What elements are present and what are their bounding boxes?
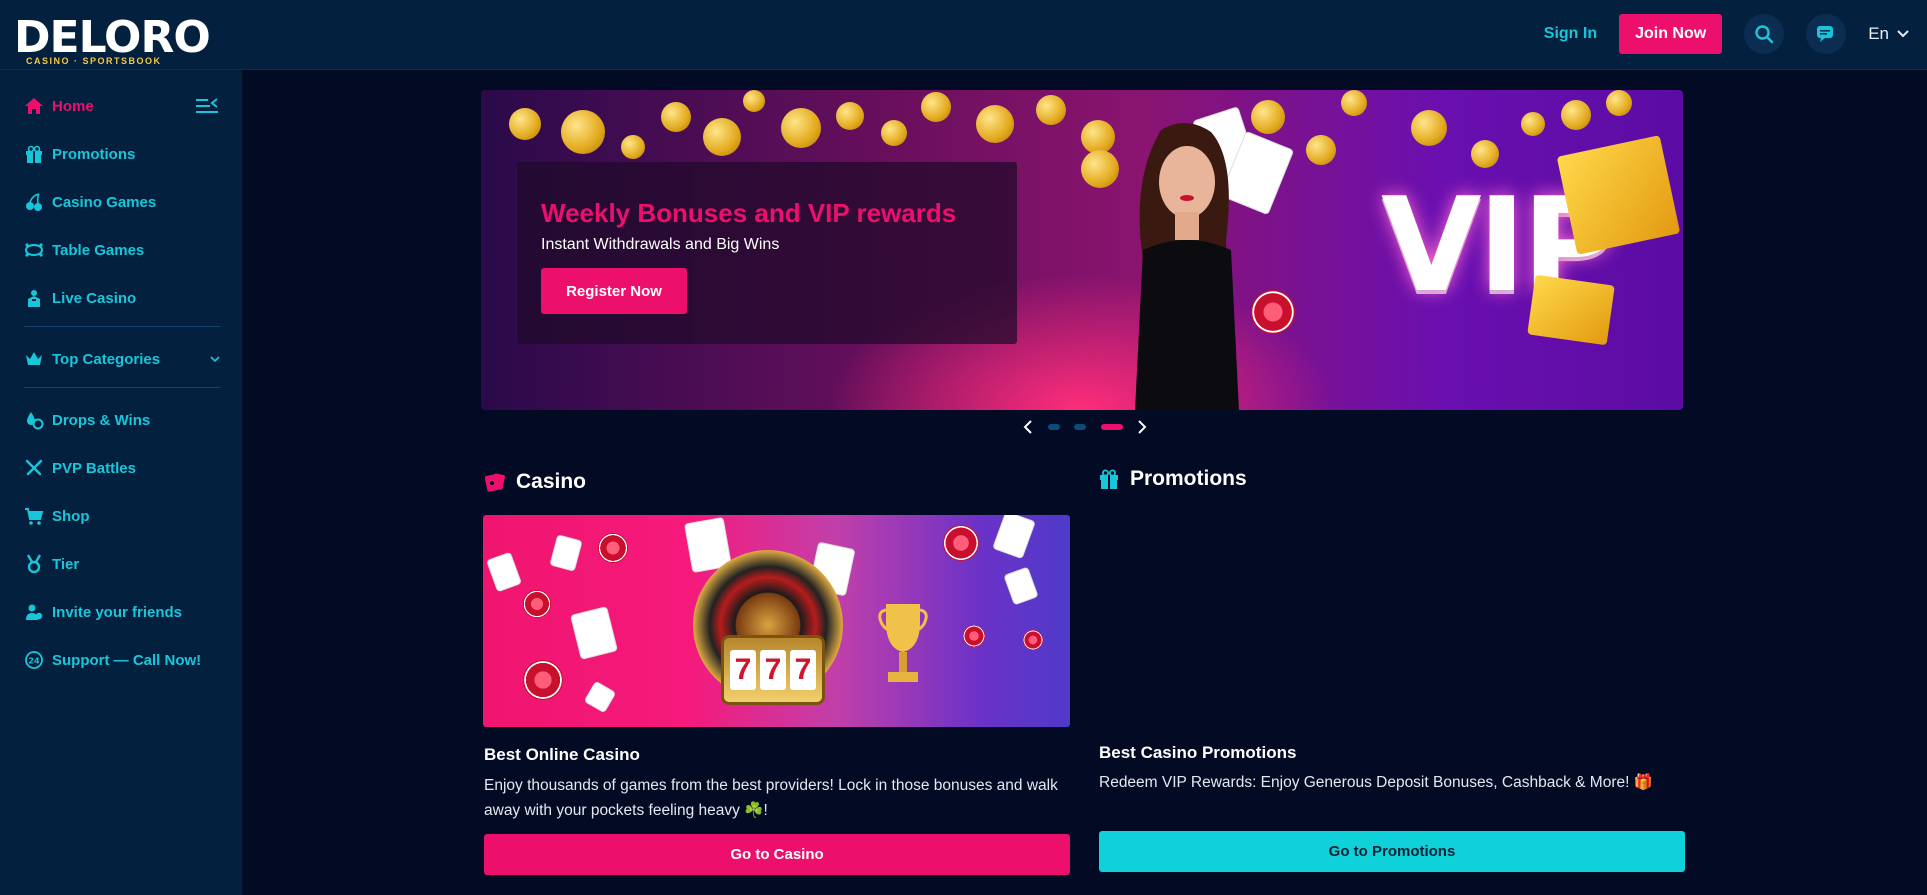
slot-digit: 7	[790, 650, 816, 690]
chevron-left-icon[interactable]	[1023, 419, 1033, 435]
sidebar-item-pvp-battles[interactable]: PVP Battles	[24, 456, 136, 480]
gift-icon	[24, 144, 44, 164]
carousel-dot-active[interactable]	[1100, 424, 1123, 430]
sidebar-item-label: Invite your friends	[52, 603, 183, 621]
support-icon: 24	[24, 650, 44, 670]
chat-icon	[1817, 26, 1834, 42]
users-icon	[24, 602, 44, 622]
sidebar-item-support[interactable]: 24 Support — Call Now!	[24, 648, 201, 672]
sidebar-item-label: Live Casino	[52, 289, 137, 307]
sidebar-item-promotions[interactable]: Promotions	[24, 142, 135, 166]
site-logo[interactable]: DELORO CASINO · SPORTSBOOK	[14, 12, 211, 68]
sidebar-item-label: Table Games	[52, 241, 145, 259]
sidebar-item-label: Support — Call Now!	[52, 651, 202, 669]
sidebar-item-shop[interactable]: Shop	[24, 504, 90, 528]
slot-digit: 7	[760, 650, 786, 690]
trophy-icon	[878, 604, 928, 682]
sidebar-item-casino-games[interactable]: Casino Games	[24, 190, 156, 214]
cherry-icon	[24, 192, 44, 212]
sidebar-item-label: Drops & Wins	[52, 411, 151, 429]
language-label: En	[1868, 24, 1889, 43]
banner-title: Weekly Bonuses and VIP rewards	[541, 198, 957, 228]
join-now-button[interactable]: Join Now	[1619, 14, 1723, 54]
sidebar-item-label: Shop	[52, 507, 90, 525]
register-now-button[interactable]: Register Now	[541, 268, 687, 314]
sidebar-item-tier[interactable]: Tier	[24, 552, 79, 576]
cards-icon	[484, 473, 505, 492]
banner-subtitle: Instant Withdrawals and Big Wins	[541, 236, 780, 253]
slot-machine: 7 7 7	[721, 635, 825, 705]
sidebar-item-label: PVP Battles	[52, 459, 136, 477]
sidebar-item-live-casino[interactable]: Live Casino	[24, 286, 136, 310]
sidebar-item-label: Promotions	[52, 145, 136, 163]
language-selector[interactable]: En	[1868, 24, 1909, 44]
top-bar: DELORO CASINO · SPORTSBOOK Sign In Join …	[0, 0, 1927, 70]
casino-image[interactable]: 7 7 7	[483, 515, 1070, 727]
sign-in-link[interactable]: Sign In	[1544, 25, 1597, 43]
chevron-right-icon[interactable]	[1137, 419, 1147, 435]
sidebar-item-label: Tier	[52, 555, 80, 573]
header-actions: Sign In Join Now En	[1544, 14, 1909, 54]
slot-digit: 7	[730, 650, 756, 690]
section-title-text: Promotions	[1130, 467, 1247, 490]
sidebar-item-label: Home	[52, 97, 94, 115]
promotions-section-title: Promotions	[1098, 467, 1247, 491]
section-title-text: Casino	[516, 470, 587, 493]
hostess-image	[1135, 122, 1239, 410]
home-icon	[24, 96, 44, 116]
crown-icon	[24, 349, 44, 369]
casino-section-title: Casino	[484, 470, 586, 494]
sidebar-divider	[24, 387, 220, 388]
go-to-promotions-button[interactable]: Go to Promotions	[1099, 831, 1685, 872]
sidebar-item-drops-wins[interactable]: Drops & Wins	[24, 408, 150, 432]
sidebar-item-top-categories[interactable]: Top Categories	[24, 347, 220, 371]
casino-description: Enjoy thousands of games from the best p…	[484, 777, 1058, 819]
sidebar-divider	[24, 326, 220, 327]
sidebar-item-home[interactable]: Home	[24, 94, 94, 118]
sidebar-item-label: Casino Games	[52, 193, 157, 211]
banner-promo-card: Weekly Bonuses and VIP rewards Instant W…	[517, 162, 1017, 344]
chevron-down-icon	[1897, 30, 1909, 38]
carousel-dot[interactable]	[1047, 424, 1060, 430]
collapse-sidebar-icon[interactable]	[196, 96, 218, 116]
medal-icon	[24, 554, 44, 574]
cart-icon	[24, 506, 44, 526]
hero-banner[interactable]: VIP Weekly Bonuses and VIP rewards Insta…	[481, 90, 1683, 410]
logo-tagline: CASINO · SPORTSBOOK	[26, 56, 162, 66]
carousel-dot[interactable]	[1074, 424, 1086, 430]
sidebar-item-table-games[interactable]: Table Games	[24, 238, 144, 262]
search-button[interactable]	[1744, 14, 1785, 54]
svg-text:24: 24	[28, 657, 40, 666]
table-icon	[24, 240, 44, 260]
drops-icon	[24, 410, 44, 430]
banner-carousel-controls	[1023, 418, 1147, 436]
promotions-description: Redeem VIP Rewards: Enjoy Generous Depos…	[1099, 774, 1654, 791]
swords-icon	[24, 458, 44, 478]
logo-text: DELORO	[14, 12, 211, 63]
casino-heading: Best Online Casino	[484, 745, 640, 764]
promotions-heading: Best Casino Promotions	[1099, 743, 1297, 762]
dealer-icon	[24, 288, 44, 308]
chat-button[interactable]	[1806, 14, 1847, 54]
search-icon	[1755, 25, 1774, 44]
chevron-down-icon	[210, 356, 220, 363]
gift-icon	[1100, 469, 1118, 489]
sidebar-item-invite-friends[interactable]: Invite your friends	[24, 600, 182, 624]
sidebar-item-label: Top Categories	[52, 350, 161, 368]
go-to-casino-button[interactable]: Go to Casino	[484, 834, 1070, 875]
